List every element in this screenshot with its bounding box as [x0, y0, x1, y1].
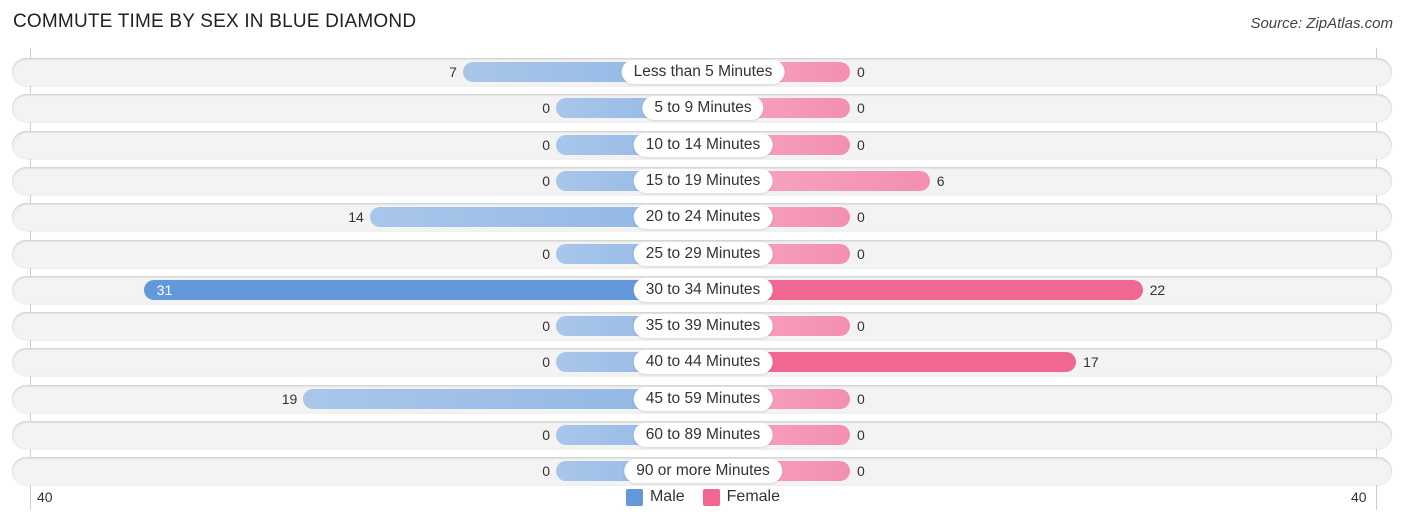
male-value-label: 0 [542, 463, 550, 480]
male-bar[interactable] [143, 279, 703, 300]
category-label: 90 or more Minutes [624, 459, 782, 484]
female-value-label: 0 [857, 64, 865, 80]
category-label: 40 to 44 Minutes [633, 350, 773, 375]
male-value-label: 14 [348, 209, 364, 226]
female-value-label: 0 [857, 100, 865, 117]
male-value-label: 31 [156, 281, 173, 298]
female-value-label: 0 [857, 136, 865, 153]
male-value-label: 0 [542, 245, 550, 262]
category-label: 45 to 59 Minutes [633, 386, 773, 411]
female-value-label: 22 [1149, 281, 1166, 298]
category-label: 15 to 19 Minutes [633, 168, 773, 193]
female-value-label: 0 [857, 463, 865, 480]
male-value-label: 7 [449, 64, 457, 80]
female-value-label: 0 [857, 209, 865, 226]
female-value-label: 17 [1083, 354, 1099, 371]
chart-area: 7 0 Less than 5 Minutes 0 0 5 to 9 Minutes 0 0 1… [0, 0, 1406, 523]
legend-label-female: Female [726, 488, 781, 505]
category-label: 25 to 29 Minutes [633, 241, 773, 266]
category-label: 20 to 24 Minutes [633, 205, 773, 230]
category-label: 30 to 34 Minutes [633, 277, 773, 302]
category-label: 60 to 89 Minutes [633, 423, 773, 447]
category-label: 10 to 14 Minutes [633, 132, 773, 157]
female-value-label: 6 [936, 172, 945, 189]
female-value-label: 0 [857, 390, 865, 407]
male-value-label: 0 [542, 172, 550, 189]
legend-swatch-female [702, 488, 720, 506]
category-label: Less than 5 Minutes [621, 60, 785, 84]
category-label: 35 to 39 Minutes [633, 314, 773, 339]
legend-item-female[interactable]: Female [702, 488, 781, 506]
legend: Male Female [0, 488, 1406, 506]
male-value-label: 0 [542, 136, 550, 153]
legend-item-male[interactable]: Male [625, 488, 685, 506]
legend-swatch-male [625, 488, 643, 506]
female-value-label: 0 [857, 318, 865, 335]
category-label: 5 to 9 Minutes [642, 96, 764, 121]
male-value-label: 0 [542, 100, 550, 117]
male-value-label: 0 [542, 427, 550, 443]
female-value-label: 0 [857, 245, 865, 262]
male-value-label: 0 [542, 318, 550, 335]
female-value-label: 0 [857, 427, 865, 443]
male-value-label: 0 [542, 354, 550, 371]
legend-label-male: Male [649, 488, 685, 505]
male-value-label: 19 [281, 390, 298, 407]
